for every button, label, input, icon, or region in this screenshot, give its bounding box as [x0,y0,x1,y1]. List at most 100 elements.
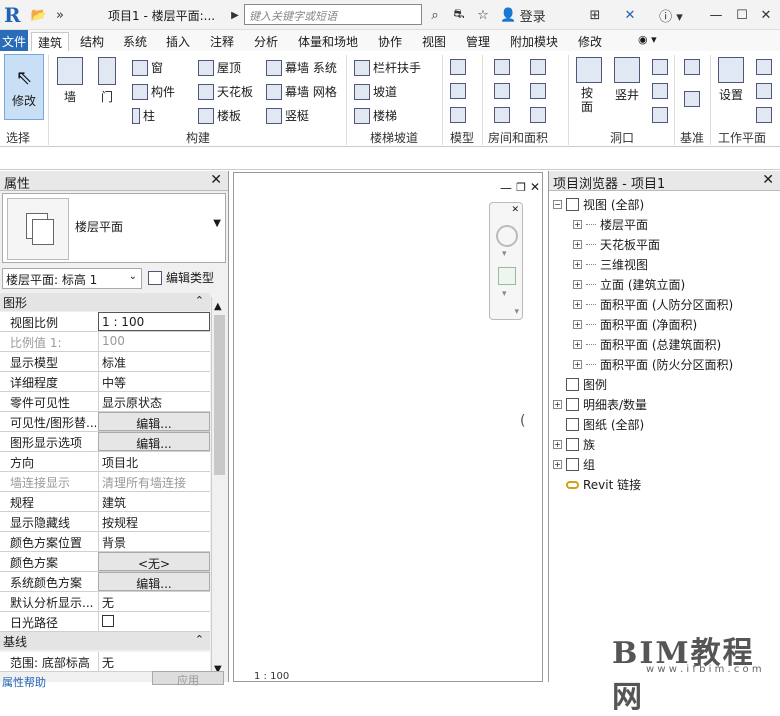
ribbon-toggle-icon[interactable]: ◉ ▾ [632,32,663,51]
minimize-icon[interactable]: — [706,5,726,25]
expand-icon[interactable]: + [573,320,582,329]
property-row[interactable]: 视图比例 1 : 100 [0,312,210,332]
property-row[interactable]: 显示隐藏线 按规程 [0,512,210,532]
column-button[interactable]: 柱 [132,107,155,124]
tree-item[interactable]: + 面积平面 (人防分区面积) [573,296,733,313]
tree-item[interactable]: + 面积平面 (净面积) [573,316,697,333]
property-row-extent[interactable]: 范围: 底部标高 无 [0,652,210,672]
by-face-button[interactable]: 按面 [574,57,604,114]
tree-item[interactable]: + 族 [553,436,595,453]
property-row[interactable]: 日光路径 [0,612,210,632]
view-close-icon[interactable]: ✕ [530,180,540,194]
help-icon[interactable]: ⓘ ▾ [654,5,688,25]
ref-plane-button[interactable] [756,83,772,99]
property-value[interactable]: 无 [98,652,210,671]
curtain-grid-button[interactable]: 幕墙 网格 [266,83,337,100]
close-icon[interactable]: ✕ [511,205,519,215]
tree-item[interactable]: + 天花板平面 [573,236,660,253]
modify-button[interactable]: ⇖ 修改 [4,54,44,120]
select-panel-label[interactable]: 选择 [6,129,30,146]
tree-item[interactable]: + 明细表/数量 [553,396,647,413]
view-scale[interactable]: 1 : 100 [254,671,289,681]
tab-systems[interactable]: 系统 [117,32,153,51]
type-selector[interactable]: 楼层平面 ▼ [2,193,226,263]
zoom-icon[interactable] [498,267,516,285]
property-value[interactable]: 背景 [98,532,210,551]
close-icon[interactable]: ✕ [210,172,222,188]
tab-annotate[interactable]: 注释 [204,32,240,51]
chevron-down-icon[interactable]: ▾ [502,249,507,259]
tag-area-button[interactable] [530,83,546,99]
group-extents[interactable]: 基线 ⌃ [0,632,210,650]
roof-button[interactable]: 屋顶 [198,59,241,76]
curtain-system-button[interactable]: 幕墙 系统 [266,59,337,76]
expand-icon[interactable]: + [573,240,582,249]
instance-dropdown[interactable]: 楼层平面: 标高 1 ⌄ [2,268,142,289]
property-value[interactable]: 无 [98,592,210,611]
tab-architecture[interactable]: 建筑 [31,32,70,51]
tree-item[interactable]: +图纸 (全部) [553,416,644,433]
tree-item[interactable]: + 楼层平面 [573,216,648,233]
tab-analyze[interactable]: 分析 [248,32,284,51]
view-minimize-icon[interactable]: — [500,181,512,195]
property-value[interactable]: 1 : 100 [98,312,210,331]
app-logo[interactable]: R [4,3,26,27]
view-control-bar[interactable]: 1 : 100 [254,671,540,681]
steering-wheel-icon[interactable] [496,225,518,247]
expand-icon[interactable]: + [573,260,582,269]
property-row[interactable]: 颜色方案 <无> [0,552,210,572]
grid-button[interactable] [684,91,700,107]
shaft-button[interactable]: 竖井 [612,57,642,103]
property-value[interactable]: 中等 [98,372,210,391]
ceiling-button[interactable]: 天花板 [198,83,253,100]
property-value[interactable]: 建筑 [98,492,210,511]
edit-type-button[interactable]: 编辑类型 [148,269,214,286]
room-area-panel-label[interactable]: 房间和面积 [488,129,548,146]
property-row[interactable]: 图形显示选项 编辑... [0,432,210,452]
properties-scrollbar[interactable]: ▲ ▼ [211,297,227,677]
expand-icon[interactable]: + [553,460,562,469]
area-button[interactable] [494,107,510,123]
window-button[interactable]: 窗 [132,59,163,76]
tag-room-button[interactable] [530,107,546,123]
property-value[interactable]: 显示原状态 [98,392,210,411]
exchange-icon[interactable]: ✕ [620,5,640,25]
tab-addins[interactable]: 附加模块 [504,32,564,51]
tree-item[interactable]: + 面积平面 (总建筑面积) [573,336,721,353]
collapse-icon[interactable]: − [553,200,562,209]
apply-button[interactable]: 应用 [152,671,224,687]
maximize-icon[interactable]: ☐ [732,5,752,25]
property-value[interactable]: 100 [98,332,210,351]
sun-path-checkbox[interactable] [102,615,114,627]
property-value[interactable]: 清理所有墙连接 [98,472,210,491]
wall-opening-button[interactable] [652,59,668,75]
tab-modify[interactable]: 修改 [572,32,608,51]
vertical-opening-button[interactable] [652,83,668,99]
close-icon[interactable]: ✕ [756,5,776,25]
stair-button[interactable]: 楼梯 [354,107,397,124]
view-restore-icon[interactable]: ❐ [516,181,526,194]
model-text-button[interactable] [450,59,466,75]
property-value[interactable]: 项目北 [98,452,210,471]
room-separator-button[interactable] [494,83,510,99]
property-row[interactable]: 规程 建筑 [0,492,210,512]
tree-item[interactable]: + 三维视图 [573,256,648,273]
group-graphics[interactable]: 图形 ⌃ [0,293,210,311]
chevron-down-icon[interactable]: ▾ [502,289,507,299]
property-row[interactable]: 方向 项目北 [0,452,210,472]
set-workplane-button[interactable]: 设置 [716,57,746,103]
property-row[interactable]: 显示模型 标准 [0,352,210,372]
dormer-opening-button[interactable] [652,107,668,123]
tree-item[interactable]: + 组 [553,456,595,473]
mullion-button[interactable]: 竖梃 [266,107,309,124]
subscription-icon[interactable]: ⛐ [450,5,468,25]
floor-button[interactable]: 楼板 [198,107,241,124]
railing-button[interactable]: 栏杆扶手 [354,59,421,76]
close-icon[interactable]: ✕ [762,172,774,188]
property-edit-button[interactable]: 编辑... [98,572,210,591]
component-button[interactable]: 构件 [132,83,175,100]
expand-icon[interactable]: + [553,400,562,409]
chevron-down-icon[interactable]: ▼ [213,218,221,229]
ramp-button[interactable]: 坡道 [354,83,397,100]
cart-icon[interactable]: ⊞ [586,5,604,25]
